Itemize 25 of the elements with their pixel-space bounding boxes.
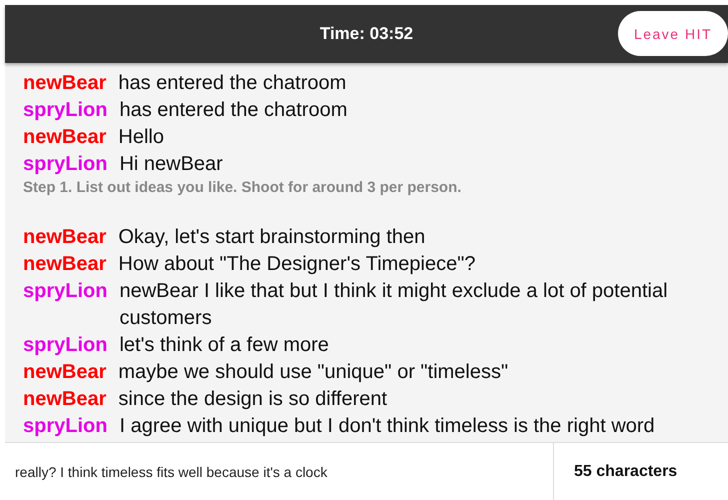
message-text: maybe we should use "unique" or "timeless" [118,360,508,385]
username: spryLion [23,98,108,123]
message-text: Okay, let's start brainstorming then [118,225,426,250]
username: newBear [23,252,106,277]
username: spryLion [23,414,108,439]
message-text: Hi newBear [119,152,223,177]
username: spryLion [23,279,108,304]
username: newBear [23,125,106,150]
message-text: let's think of a few more [119,333,329,358]
instruction-text: Step 1. List out ideas you like. Shoot for around 3 per person. [23,178,462,198]
message-text: Hello [118,125,164,150]
username: spryLion [23,152,108,177]
username: newBear [23,71,106,96]
message-text: has entered the chatroom [119,98,348,123]
message-text: since the design is so different [118,387,388,412]
leave-button[interactable]: Leave HIT [618,11,728,56]
message-text: I agree with unique but I don't think timeless is the right word [119,414,655,439]
username: newBear [23,225,106,250]
username: newBear [23,387,106,412]
message-text: has entered the chatroom [118,71,346,96]
username: newBear [23,360,106,385]
timer: Time: 03:52 [320,24,414,44]
character-count: 55 characters [573,462,678,482]
message-text: How about "The Designer's Timepiece"? [118,252,476,277]
username: spryLion [23,333,108,358]
